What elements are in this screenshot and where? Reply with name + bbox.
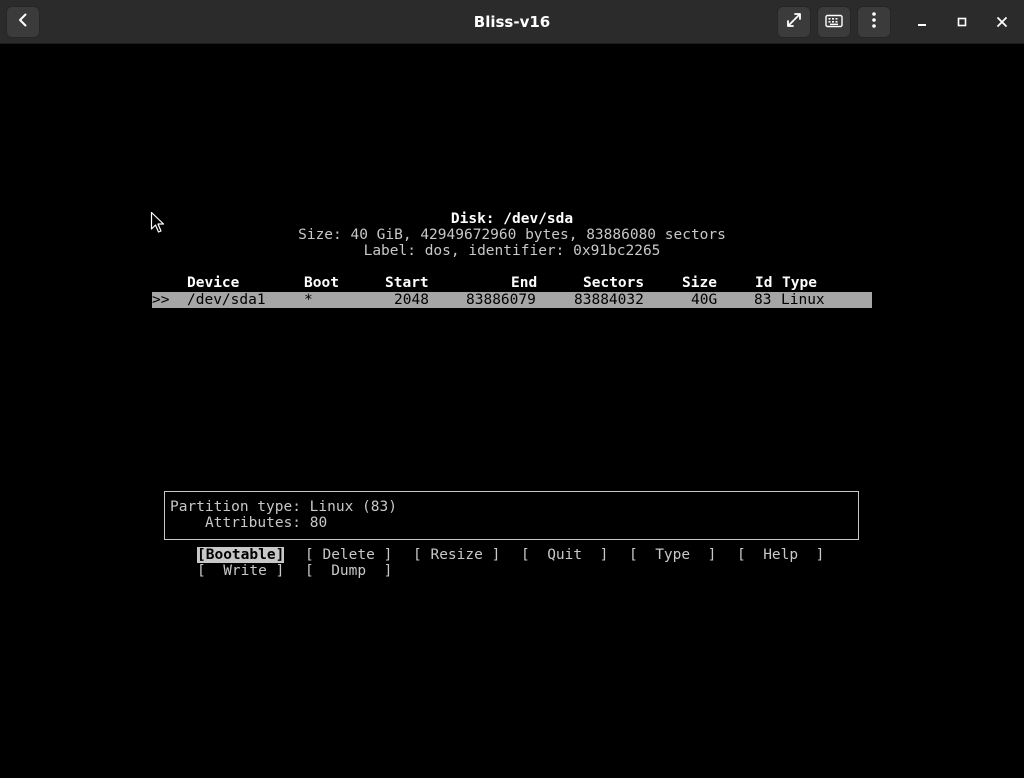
menu-button[interactable]	[857, 6, 891, 38]
back-arrow-icon	[15, 12, 31, 32]
type-button[interactable]: [ Type ]	[629, 547, 716, 563]
bootable-button[interactable]: [Bootable]	[197, 547, 285, 563]
vertical-dots-icon	[871, 11, 877, 33]
minimize-button[interactable]	[908, 8, 936, 36]
terminal-screen[interactable]: Disk: /dev/sda Size: 40 GiB, 42949672960…	[0, 45, 1024, 778]
maximize-button[interactable]	[948, 8, 976, 36]
disk-label-info: Label: dos, identifier: 0x91bc2265	[363, 243, 661, 259]
row-device: /dev/sda1	[187, 292, 266, 308]
row-start: 2048	[394, 292, 429, 308]
header-size: Size	[682, 275, 717, 291]
fullscreen-icon	[785, 11, 803, 33]
window-titlebar: Bliss-v16	[0, 0, 1024, 44]
partition-attributes-text: Attributes: 80	[205, 515, 328, 531]
header-device: Device	[187, 275, 240, 291]
row-sectors: 83884032	[574, 292, 644, 308]
header-end: End	[511, 275, 538, 291]
back-button[interactable]	[6, 6, 40, 38]
keyboard-button[interactable]	[817, 6, 851, 38]
maximize-icon	[956, 13, 968, 32]
close-button[interactable]	[988, 8, 1016, 36]
row-size: 40G	[691, 292, 718, 308]
row-end: 83886079	[466, 292, 536, 308]
minimize-icon	[916, 13, 928, 32]
write-button[interactable]: [ Write ]	[197, 563, 284, 579]
header-type: Type	[782, 275, 817, 291]
quit-button[interactable]: [ Quit ]	[521, 547, 608, 563]
partition-info-box: Partition type: Linux (83) Attributes: 8…	[164, 491, 859, 540]
header-sectors: Sectors	[583, 275, 645, 291]
keyboard-icon	[825, 13, 843, 32]
partition-row-sda1[interactable]: >> /dev/sda1 * 2048 83886079 83884032 40…	[152, 292, 872, 308]
header-id: Id	[755, 275, 773, 291]
row-id: 83	[754, 292, 772, 308]
header-boot: Boot	[304, 275, 339, 291]
close-icon	[996, 13, 1008, 32]
dump-button[interactable]: [ Dump ]	[305, 563, 392, 579]
mouse-pointer-icon	[150, 211, 166, 235]
help-button[interactable]: [ Help ]	[737, 547, 824, 563]
fullscreen-button[interactable]	[777, 6, 811, 38]
header-start: Start	[385, 275, 429, 291]
row-type: Linux	[781, 292, 825, 308]
resize-button[interactable]: [ Resize ]	[413, 547, 500, 563]
row-selection-marker: >>	[152, 292, 170, 308]
row-boot-flag: *	[304, 292, 313, 308]
delete-button[interactable]: [ Delete ]	[305, 547, 392, 563]
partition-type-text: Partition type: Linux (83)	[170, 499, 397, 515]
